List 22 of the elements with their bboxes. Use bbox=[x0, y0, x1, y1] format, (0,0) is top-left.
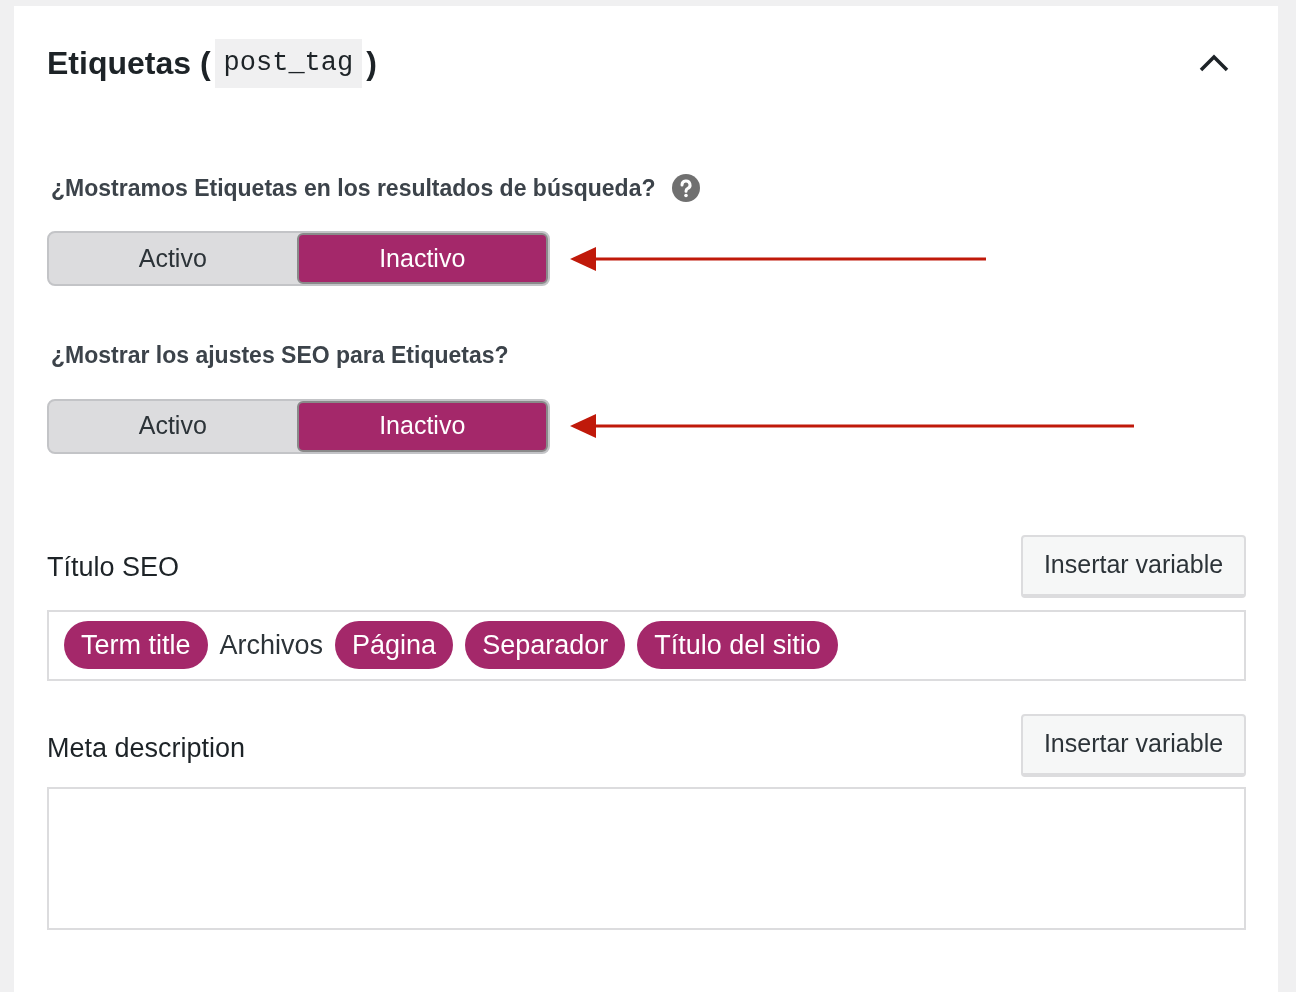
toggle-option[interactable]: Inactivo bbox=[296, 233, 548, 284]
help-icon[interactable] bbox=[671, 173, 700, 202]
chevron-up-icon[interactable] bbox=[1199, 54, 1229, 73]
question-label: ¿Mostramos Etiquetas en los resultados de búsqueda? bbox=[51, 173, 656, 203]
toggle-option[interactable]: Inactivo bbox=[296, 400, 548, 452]
section-title: ) bbox=[366, 44, 377, 84]
field-label: Título SEO bbox=[47, 551, 180, 584]
section-title: Etiquetas ( bbox=[47, 44, 211, 84]
variable-tag[interactable]: Separador bbox=[465, 621, 626, 669]
meta-description-field[interactable] bbox=[47, 786, 1246, 930]
post-type-code: post_tag bbox=[214, 39, 363, 88]
seo-title-field[interactable]: Term title Archivos Página Separador Título del sitio bbox=[47, 609, 1246, 681]
insert-variable-button[interactable]: Insertar variable bbox=[1021, 534, 1246, 598]
title-text: Archivos bbox=[219, 628, 324, 662]
toggle-option[interactable]: Activo bbox=[49, 400, 297, 452]
question-label: ¿Mostrar los ajustes SEO para Etiquetas? bbox=[51, 341, 509, 370]
variable-tag[interactable]: Página bbox=[335, 621, 454, 669]
insert-variable-button[interactable]: Insertar variable bbox=[1021, 713, 1246, 777]
variable-tag[interactable]: Term title bbox=[64, 621, 208, 669]
toggle-option[interactable]: Activo bbox=[49, 233, 297, 284]
variable-tag[interactable]: Título del sitio bbox=[637, 621, 838, 669]
field-label: Meta description bbox=[47, 732, 246, 765]
